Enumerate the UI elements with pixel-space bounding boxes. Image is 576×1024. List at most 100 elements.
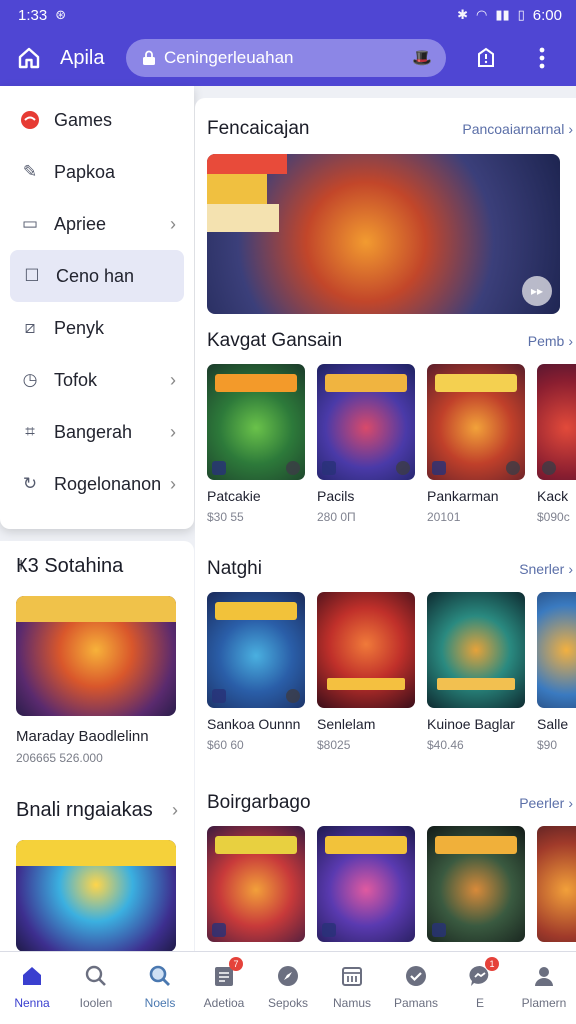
nav-item-discover[interactable]: Noels (128, 952, 192, 1024)
nav-label: Ioolen (79, 996, 113, 1010)
chevron-right-icon: › (568, 121, 573, 137)
left-feature-card: Ҝ3 Sotahina Maraday Baodlelinn 206665 52… (0, 541, 194, 961)
game-name: Patcakie (207, 488, 261, 504)
game-price: $60 60 (207, 738, 244, 752)
see-more-link[interactable]: Pancoaiarnarnal › (462, 121, 573, 137)
game-cover-image[interactable] (16, 596, 176, 716)
drawer-item-label: Bangerah (54, 421, 133, 442)
discover-icon (146, 962, 174, 990)
status-bar: 1:33 ⊛ ✱ ◠ ▮▮ ▯ 6:00 (0, 0, 576, 30)
game-name: Kuinoe Baglar (427, 716, 515, 732)
game-card[interactable]: Salle $90 (537, 592, 576, 752)
chevron-right-icon: › (170, 369, 176, 390)
game-card[interactable]: Senlelam $8025 (317, 592, 415, 752)
chevron-right-icon: › (172, 800, 178, 820)
featured-banner[interactable]: ▸▸ (207, 154, 560, 314)
game-card[interactable]: Pacils 280 0П (317, 364, 415, 524)
game-cover-image (427, 826, 525, 942)
notification-icon: ⊛ (55, 7, 67, 22)
profile-icon (530, 962, 558, 990)
drawer-item-papkoa[interactable]: ✎ Papkoa (0, 146, 194, 198)
nav-label: Nenna (14, 996, 50, 1010)
drawer-item-bangerah[interactable]: ⌗ Bangerah › (0, 406, 194, 458)
game-name: Pankarman (427, 488, 499, 504)
game-name: Pacils (317, 488, 355, 504)
chevron-right-icon: › (170, 213, 176, 234)
game-cover-image (207, 364, 305, 480)
see-more-link[interactable]: Snerler › (519, 561, 573, 577)
drawer-item-ceno-han[interactable]: ☐ Ceno han (10, 250, 184, 302)
game-cover-image (317, 826, 415, 942)
drawer-item-penyk[interactable]: ⧄ Penyk (0, 302, 194, 354)
game-card[interactable]: Sankoa Ounnn $60 60 (207, 592, 305, 752)
chevron-right-icon: › (170, 421, 176, 442)
bluetooth-icon: ✱ (457, 7, 468, 22)
nav-item-messenger[interactable]: 1 E (448, 952, 512, 1024)
crop-icon: ⌗ (25, 422, 35, 441)
game-card[interactable]: Kuinoe Baglar $40.46 (427, 592, 525, 752)
search-bar[interactable]: 🎩 (126, 39, 446, 77)
drawer-item-rogelonanon[interactable]: ↻ Rogelonanon › (0, 458, 194, 510)
more-menu-icon[interactable] (524, 40, 560, 76)
game-price: $90 (537, 738, 558, 752)
game-name: Senlelam (317, 716, 376, 732)
chart-icon: ⧄ (24, 318, 36, 337)
drawer-item-games[interactable]: Games (0, 94, 194, 146)
game-cover-image[interactable] (16, 840, 176, 952)
nav-item-calendar[interactable]: Namus (320, 952, 384, 1024)
game-price: 20101 (427, 510, 461, 524)
game-price: $30 55 (207, 510, 244, 524)
game-card[interactable] (207, 826, 305, 942)
nav-item-compass[interactable]: Sepoks (256, 952, 320, 1024)
play-icon[interactable]: ▸▸ (522, 276, 552, 306)
chevron-right-icon: › (568, 333, 573, 349)
popular-section: Kavgat Gansain Pemb › Patcakie $30 55 Pac… (207, 330, 576, 524)
nav-label: Sepoks (267, 996, 309, 1010)
game-card[interactable]: Patcakie $30 55 (207, 364, 305, 524)
game-price: $090c (537, 510, 570, 524)
incognito-icon[interactable]: 🎩 (412, 48, 432, 68)
bottom-navigation: Nenna Ioolen Noels 7 Adetioa Sepoks Namu… (0, 951, 576, 1024)
game-meta: 206665 526.000 (16, 751, 103, 765)
nav-item-home[interactable]: Nenna (0, 952, 64, 1024)
game-cover-image (427, 364, 525, 480)
see-more-link[interactable]: Pemb › (528, 333, 573, 349)
game-price: $8025 (317, 738, 351, 752)
section-title: Ҝ3 Sotahina (16, 555, 124, 577)
game-cover-image (207, 826, 305, 942)
section-title: Natghi (207, 558, 262, 579)
game-name[interactable]: Maraday Baodlelinn (16, 728, 178, 745)
drawer-item-tofok[interactable]: ◷ Tofok › (0, 354, 194, 406)
game-card[interactable] (317, 826, 415, 942)
game-card[interactable]: Kack $090c (537, 364, 576, 524)
game-card[interactable] (537, 826, 576, 942)
drawer-item-label: Tofok (54, 369, 98, 390)
calendar-icon (338, 962, 366, 990)
nav-label: Adetioa (203, 996, 245, 1010)
games-icon (18, 108, 42, 132)
nav-item-search[interactable]: Ioolen (64, 952, 128, 1024)
drawer-item-label: Ceno han (56, 265, 135, 286)
game-card[interactable] (427, 826, 525, 942)
section-header[interactable]: Bnali rngaiakas › (16, 799, 178, 822)
section-title: Boirgarbago (207, 792, 311, 813)
nav-item-documents[interactable]: 7 Adetioa (192, 952, 256, 1024)
chat-icon: ☐ (24, 266, 40, 285)
game-cover-image (427, 592, 525, 708)
nav-item-profile[interactable]: Plamern (512, 952, 576, 1024)
home-icon[interactable] (14, 43, 44, 73)
more-section: Boirgarbago Peerler › (207, 792, 576, 942)
search-input[interactable] (164, 48, 413, 68)
drawer-item-apriee[interactable]: ▭ Apriee › (0, 198, 194, 250)
alert-icon[interactable] (468, 40, 504, 76)
window-icon: ▭ (21, 214, 39, 233)
see-more-link[interactable]: Peerler › (519, 795, 573, 811)
nav-item-check[interactable]: Pamans (384, 952, 448, 1024)
chevron-right-icon: › (170, 473, 176, 494)
section-title: Kavgat Gansain (207, 330, 343, 351)
game-card[interactable]: Pankarman 20101 (427, 364, 525, 524)
chevron-right-icon: › (568, 561, 573, 577)
drawer-item-label: Papkoa (54, 161, 116, 182)
featured-section: Fencaicajan Pancoaiarnarnal › ▸▸ (207, 118, 576, 314)
game-name: Salle (537, 716, 569, 732)
